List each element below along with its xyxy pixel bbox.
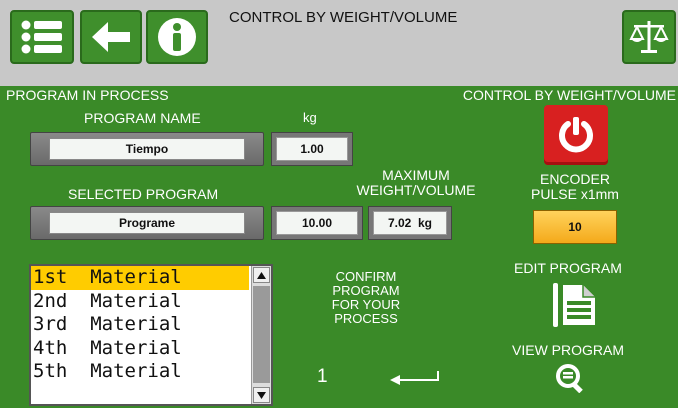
maximum-weight-field[interactable]: 7.02 kg [368,206,452,240]
confirm-line2: PROGRAM [332,283,400,298]
encoder-pulse-label: ENCODER PULSE x1mm [520,172,630,202]
back-arrow-icon [90,20,132,54]
selected-value-field[interactable]: 10.00 [271,206,363,240]
scroll-down-button[interactable] [253,387,270,403]
scale-icon [629,17,669,57]
page-title: CONTROL BY WEIGHT/VOLUME [229,9,458,26]
selected-program-value: Programe [49,212,245,234]
back-button[interactable] [80,10,142,64]
triangle-up-icon [257,271,266,279]
scroll-up-button[interactable] [253,267,270,283]
header-bar: CONTROL BY WEIGHT/VOLUME [0,0,678,79]
triangle-down-icon [257,391,266,399]
mode-label: CONTROL BY WEIGHT/VOLUME [462,87,676,103]
list-item[interactable]: 3rd Material [31,313,249,337]
encoder-pulse-field[interactable]: 10 [533,210,617,244]
info-icon [157,17,197,57]
confirm-program-label: CONFIRM PROGRAM FOR YOUR PROCESS [316,270,416,326]
list-item[interactable]: 4th Material [31,337,249,361]
program-name-field[interactable]: Tiempo [30,132,264,166]
enter-arrow-icon [388,369,442,387]
confirm-line1: CONFIRM [335,269,397,284]
unit-value: 1.00 [276,137,348,161]
power-button[interactable] [544,105,608,165]
list-scrollbar[interactable] [251,266,271,404]
edit-program-button[interactable] [549,279,601,331]
main-panel: PROGRAM IN PROCESS CONTROL BY WEIGHT/VOL… [0,86,678,408]
info-button[interactable] [146,10,208,64]
program-name-value: Tiempo [49,138,245,160]
edit-program-label: EDIT PROGRAM [514,260,622,276]
maximum-label-line1: MAXIMUM [382,167,450,183]
power-icon [557,115,595,155]
scroll-thumb[interactable] [253,286,270,383]
confirm-line3: FOR YOUR [331,297,401,312]
document-edit-icon [549,279,601,331]
scale-button[interactable] [622,10,676,64]
program-name-label: PROGRAM NAME [84,110,201,126]
list-item[interactable]: 5th Material [31,360,249,384]
encoder-label-line1: ENCODER [539,171,610,187]
material-list[interactable]: 1st Material 2nd Material 3rd Material 4… [29,264,273,406]
program-in-process-label: PROGRAM IN PROCESS [6,87,169,103]
unit-value-field[interactable]: 1.00 [271,132,353,166]
menu-button[interactable] [10,10,74,64]
encoder-label-line2: PULSE x1mm [531,186,619,202]
list-item[interactable]: 1st Material [31,266,249,290]
material-items: 1st Material 2nd Material 3rd Material 4… [31,266,249,404]
maximum-weight-label: MAXIMUM WEIGHT/VOLUME [346,168,486,198]
maximum-label-line2: WEIGHT/VOLUME [356,182,476,198]
list-item[interactable]: 2nd Material [31,290,249,314]
view-program-button[interactable] [555,363,585,393]
list-icon [21,19,63,55]
view-program-label: VIEW PROGRAM [512,342,625,358]
selected-program-field[interactable]: Programe [30,206,264,240]
confirm-line4: PROCESS [334,311,398,326]
selected-program-label: SELECTED PROGRAM [68,186,219,202]
search-document-icon [555,363,585,393]
unit-label: kg [303,110,317,125]
maximum-weight-value: 7.02 kg [373,211,447,235]
confirm-number: 1 [317,366,328,387]
selected-value: 10.00 [276,211,358,235]
confirm-enter-button[interactable] [388,369,442,387]
